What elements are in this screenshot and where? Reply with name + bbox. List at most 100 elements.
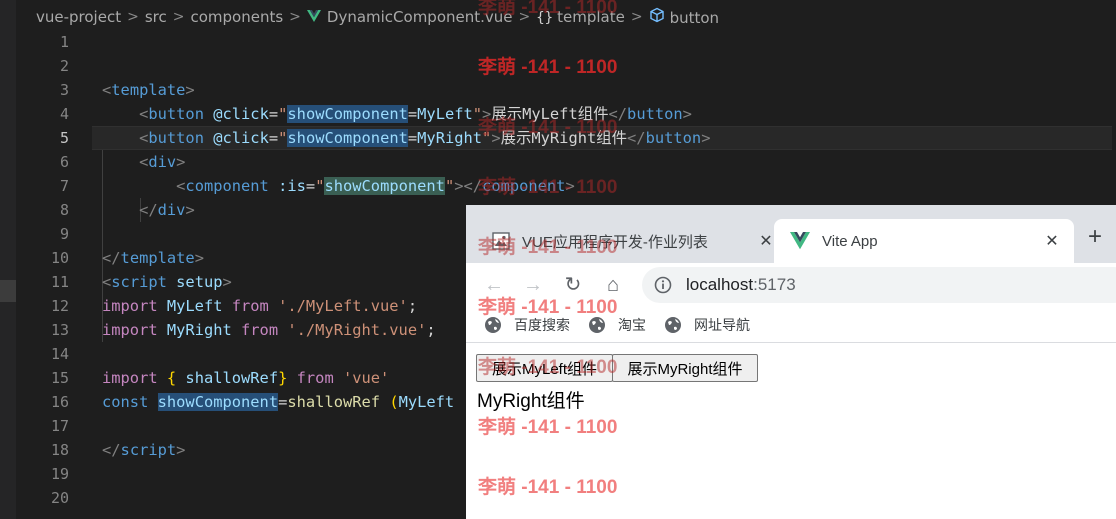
- close-icon[interactable]: ✕: [756, 231, 776, 251]
- breadcrumb-file-label: DynamicComponent.vue: [326, 8, 513, 26]
- token: button: [645, 129, 702, 147]
- token: script: [111, 273, 167, 291]
- token: =: [278, 393, 288, 411]
- token: @click: [203, 129, 269, 147]
- breadcrumb-separator: >: [127, 9, 139, 25]
- token: from: [241, 321, 279, 339]
- token: >: [194, 249, 204, 267]
- token: 展示MyRight组件: [500, 129, 628, 147]
- bookmark-taobao[interactable]: 淘宝: [588, 315, 646, 335]
- breadcrumb-project[interactable]: vue-project: [36, 8, 121, 26]
- breadcrumb-separator: >: [518, 9, 531, 25]
- token: const: [102, 393, 149, 411]
- breadcrumb-button-label: button: [669, 9, 720, 27]
- line-number: 3: [59, 81, 69, 99]
- token: >: [454, 177, 464, 195]
- breadcrumb-separator: >: [630, 9, 643, 25]
- breadcrumb-button[interactable]: button: [649, 7, 719, 27]
- token: ;: [407, 297, 418, 315]
- breadcrumb-separator: >: [172, 9, 185, 25]
- token: showComponent: [157, 393, 279, 411]
- line-number-active: 5: [59, 129, 69, 147]
- line-number: 10: [50, 249, 69, 267]
- breadcrumb-components[interactable]: components: [190, 8, 283, 26]
- new-tab-button[interactable]: +: [1088, 223, 1102, 251]
- tab-vite-app[interactable]: Vite App ✕: [774, 219, 1074, 263]
- token: <: [102, 273, 112, 291]
- braces-icon: {}: [536, 10, 554, 26]
- url-text: localhost:5173: [686, 275, 796, 295]
- breadcrumb-src[interactable]: src: [145, 8, 167, 26]
- token: template: [111, 81, 186, 99]
- token: './MyLeft.vue': [268, 297, 408, 315]
- line-number: 17: [50, 417, 69, 435]
- token: </: [139, 201, 158, 219]
- info-icon[interactable]: [654, 276, 672, 294]
- url-port: :5173: [753, 275, 796, 294]
- tab-title: Vite App: [822, 232, 878, 250]
- token: import: [102, 297, 158, 315]
- line-number: 19: [50, 465, 69, 483]
- token: MyRight: [157, 321, 242, 339]
- token: ": [482, 129, 492, 147]
- token: =: [268, 105, 279, 123]
- address-bar[interactable]: localhost:5173: [642, 267, 1116, 303]
- token: ": [278, 129, 288, 147]
- page-content: 展示MyLeft组件 展示MyRight组件 MyRight组件: [466, 344, 1116, 519]
- close-icon[interactable]: ✕: [1042, 231, 1062, 251]
- token: template: [120, 249, 195, 267]
- token: shallowRef: [176, 369, 279, 387]
- token: 展示MyLeft组件: [491, 105, 609, 123]
- show-myleft-button[interactable]: 展示MyLeft组件: [476, 354, 613, 382]
- token: :is: [268, 177, 306, 195]
- tab-bar: VUE应用程序开发-作业列表 ✕ Vite App ✕ +: [466, 205, 1116, 263]
- token: }: [278, 369, 288, 387]
- image-favicon-icon: [492, 232, 510, 250]
- token: <: [139, 129, 149, 147]
- line-numbers: 1 2 3 4 5 6 7 8 9 10 11 12 13 14 15 16 1…: [0, 30, 70, 510]
- breadcrumb-template[interactable]: {} template: [536, 8, 625, 26]
- globe-icon: [485, 316, 501, 333]
- breadcrumb-file[interactable]: DynamicComponent.vue: [306, 8, 513, 26]
- line-number: 4: [59, 105, 69, 123]
- show-myright-button[interactable]: 展示MyRight组件: [612, 354, 758, 382]
- token: MyLeft: [398, 393, 455, 411]
- back-button[interactable]: ←: [480, 271, 508, 299]
- vue-logo-icon: [790, 232, 810, 250]
- home-button[interactable]: ⌂: [599, 271, 627, 299]
- token: =: [407, 129, 418, 147]
- token: div: [148, 153, 177, 171]
- reload-button[interactable]: ↻: [559, 271, 587, 299]
- token: showComponent: [287, 129, 408, 147]
- url-host: localhost: [686, 275, 754, 294]
- token: component: [185, 177, 269, 195]
- token: MyLeft: [157, 297, 232, 315]
- tab-homework-list[interactable]: VUE应用程序开发-作业列表 ✕: [486, 219, 776, 263]
- token: import: [102, 321, 158, 339]
- token: >: [482, 105, 492, 123]
- browser-toolbar: ← → ↻ ⌂ localhost:5173: [466, 263, 1116, 307]
- token: import: [102, 369, 158, 387]
- token: =: [268, 129, 279, 147]
- token: ": [472, 105, 483, 123]
- vue-file-icon: [306, 10, 321, 22]
- bookmark-label: 百度搜索: [514, 316, 570, 333]
- token: script: [120, 441, 177, 459]
- bookmark-baidu-search[interactable]: 百度搜索: [484, 315, 570, 335]
- token: button: [627, 105, 683, 123]
- token: >: [176, 153, 186, 171]
- bookmark-label: 网址导航: [694, 316, 750, 333]
- line-number: 2: [59, 57, 69, 75]
- token: ": [444, 177, 455, 195]
- forward-button[interactable]: →: [519, 271, 547, 299]
- line-number: 14: [50, 345, 69, 363]
- token: >: [491, 129, 501, 147]
- line-number: 16: [50, 393, 69, 411]
- token: button: [148, 129, 204, 147]
- token: showComponent: [287, 105, 408, 123]
- token: from: [287, 369, 334, 387]
- line-number: 1: [59, 33, 69, 51]
- bookmark-label: 淘宝: [618, 316, 646, 333]
- bookmark-url-navigation[interactable]: 网址导航: [664, 315, 750, 335]
